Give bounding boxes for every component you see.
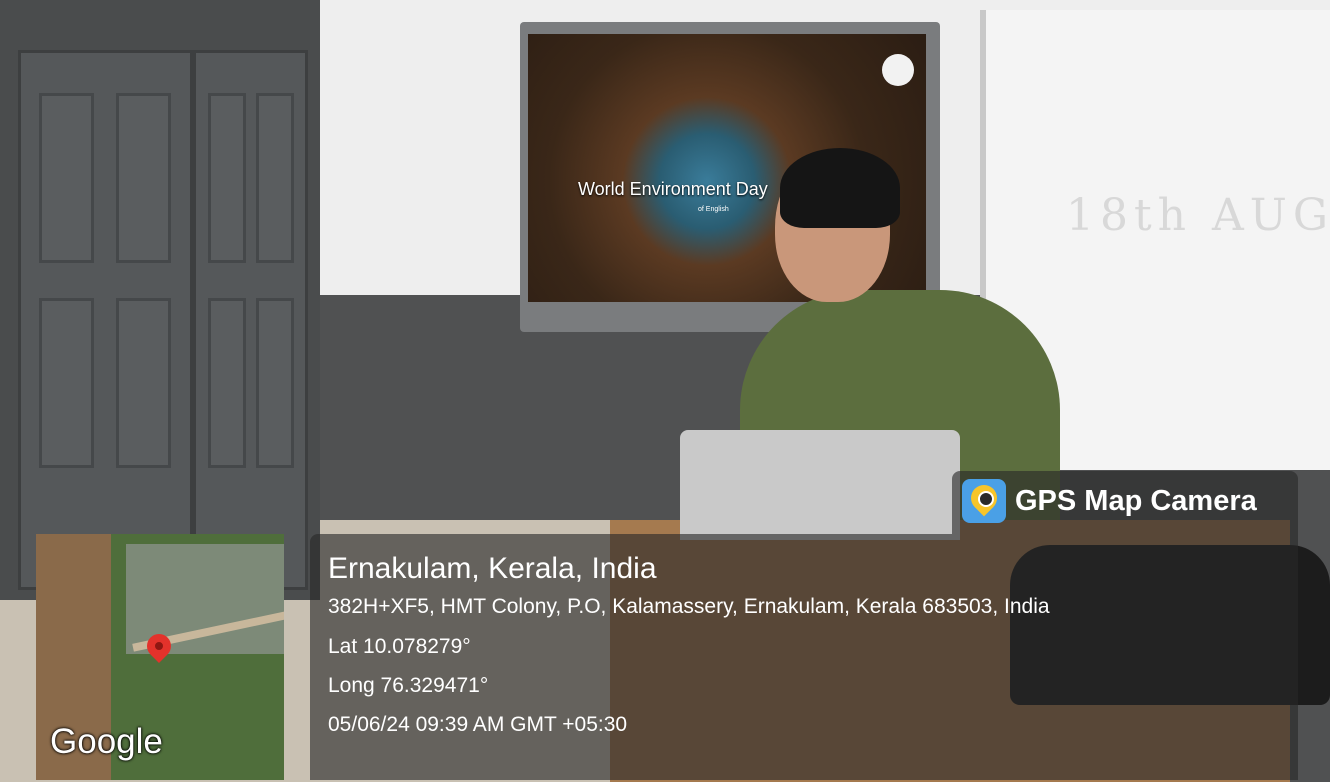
screen-button-icon [882, 54, 914, 86]
left-door [18, 50, 193, 590]
location-info-card: Ernakulam, Kerala, India 382H+XF5, HMT C… [310, 534, 1298, 780]
door-panel [39, 93, 94, 263]
door-panel [256, 93, 294, 263]
right-door [193, 50, 308, 590]
gps-badge: GPS Map Camera [952, 471, 1298, 534]
location-city: Ernakulam, Kerala, India [328, 552, 657, 585]
door-panel [208, 93, 246, 263]
door-panel [116, 298, 171, 468]
location-longitude: Long 76.329471° [328, 674, 489, 697]
location-address: 382H+XF5, HMT Colony, P.O, Kalamassery, … [328, 595, 1050, 618]
door-panel [208, 298, 246, 468]
door-panel [39, 298, 94, 468]
speaker-hair [780, 148, 900, 228]
location-timestamp: 05/06/24 09:39 AM GMT +05:30 [328, 713, 628, 736]
gps-badge-label: GPS Map Camera [1015, 485, 1257, 517]
door-frame [0, 0, 320, 600]
door-panel [256, 298, 294, 468]
slide-title: World Environment Day [578, 179, 768, 199]
laptop [680, 430, 960, 540]
door-panel [116, 93, 171, 263]
gps-map-camera-icon [962, 479, 1006, 523]
location-latitude: Lat 10.078279° [328, 635, 471, 658]
map-thumbnail[interactable]: Google [36, 534, 284, 780]
classroom-photo: 18th AUG World Environment Day of Englis… [0, 0, 1330, 782]
whiteboard-text: 18th AUG [1066, 190, 1330, 241]
slide-subtitle: of English [698, 206, 729, 213]
google-logo: Google [50, 722, 163, 761]
